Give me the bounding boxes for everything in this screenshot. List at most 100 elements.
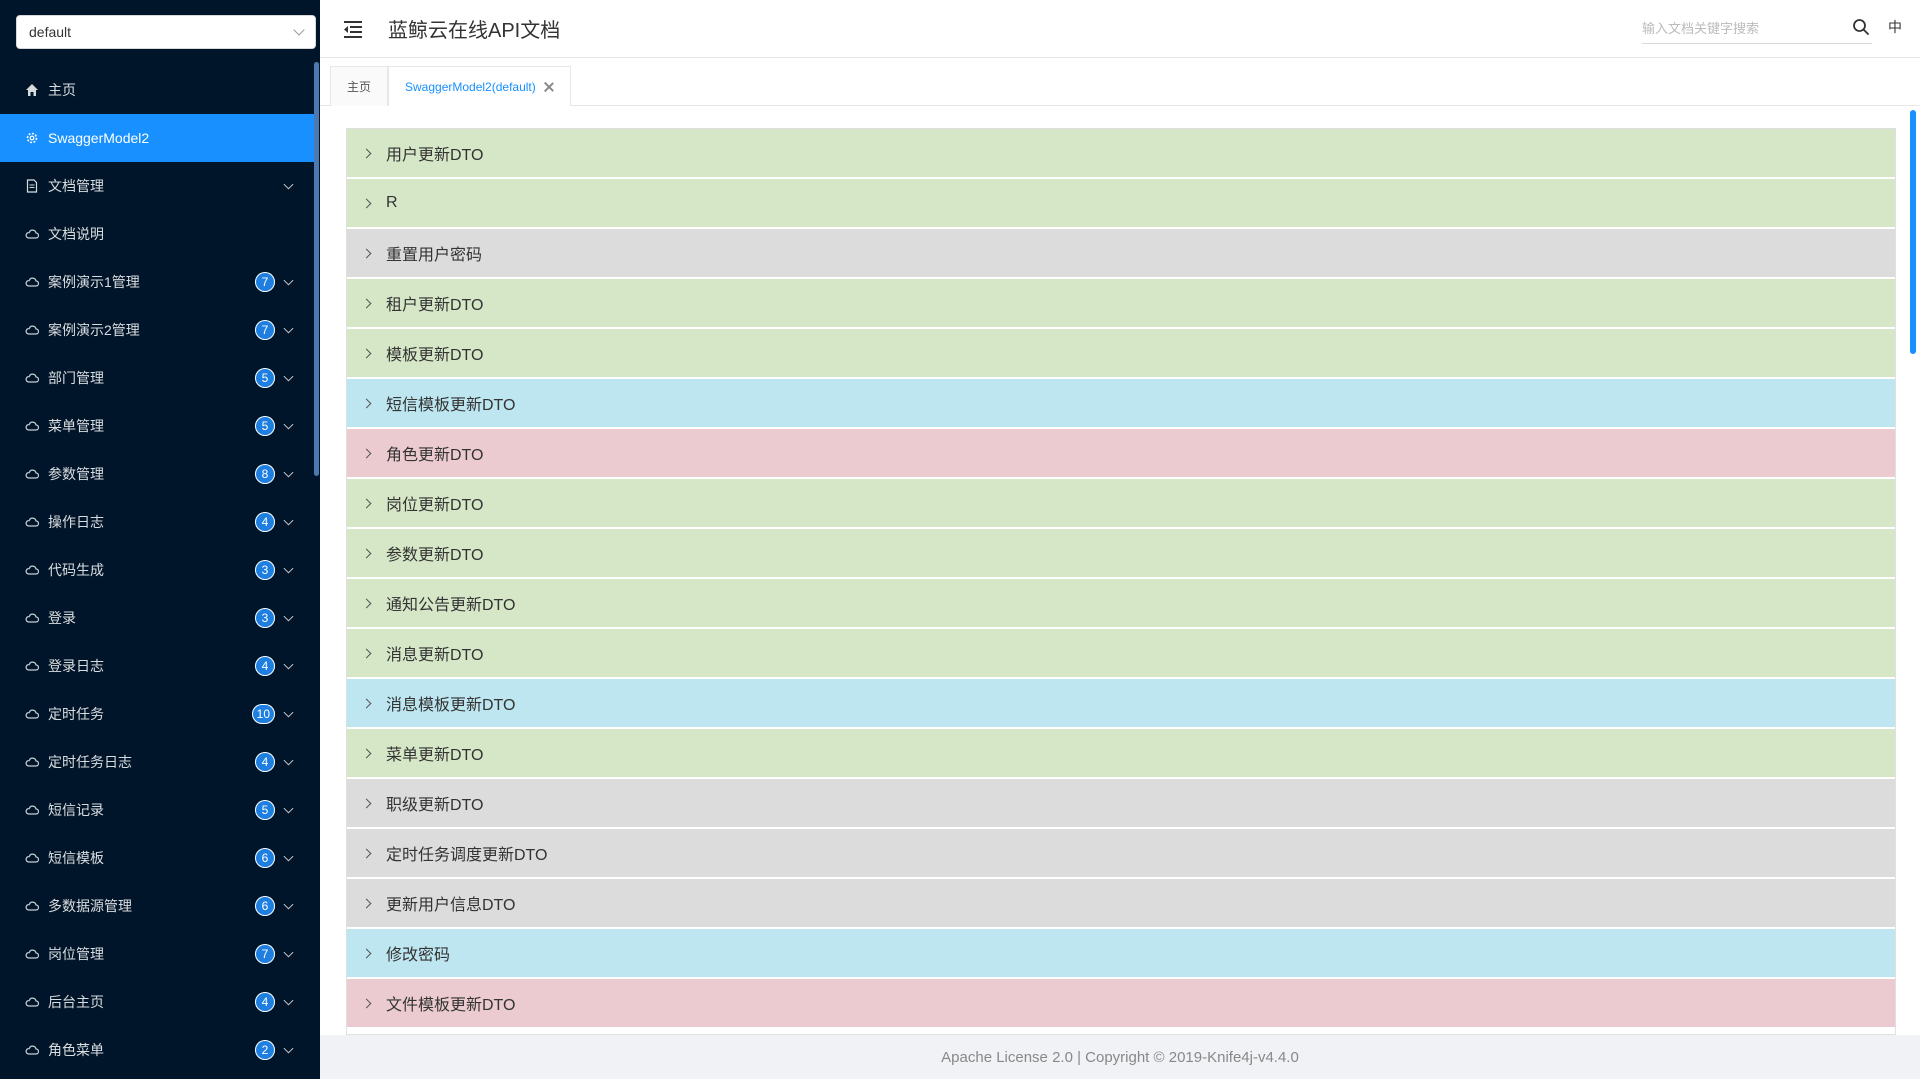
chevron-right-icon (361, 298, 372, 308)
chevron-down-icon[interactable] (283, 275, 294, 285)
content-scrollbar[interactable] (1910, 110, 1916, 354)
cloud-icon (24, 466, 40, 482)
sidebar-item-8[interactable]: 参数管理 8 (0, 450, 314, 498)
model-row[interactable]: 用户更新DTO (347, 129, 1895, 177)
close-icon[interactable] (544, 82, 554, 92)
model-row[interactable]: 岗位更新DTO (347, 479, 1895, 527)
model-row[interactable]: 修改密码 (347, 929, 1895, 977)
sidebar-item-5[interactable]: 案例演示2管理 7 (0, 306, 314, 354)
model-row[interactable]: 参数更新DTO (347, 529, 1895, 577)
chevron-down-icon[interactable] (283, 467, 294, 477)
sidebar-item-7[interactable]: 菜单管理 5 (0, 402, 314, 450)
cloud-icon (24, 274, 40, 290)
cloud-icon (24, 1042, 40, 1058)
language-switch[interactable]: 中 (1888, 17, 1902, 37)
model-row[interactable]: 文件模板更新DTO (347, 979, 1895, 1027)
sidebar-item-14[interactable]: 定时任务日志 4 (0, 738, 314, 786)
sidebar-item-label: 文档管理 (48, 178, 104, 194)
model-name: 短信模板更新DTO (386, 397, 516, 414)
model-row[interactable]: 更新用户信息DTO (347, 879, 1895, 927)
model-row[interactable]: 菜单更新DTO (347, 729, 1895, 777)
chevron-down-icon[interactable] (283, 995, 294, 1005)
model-row[interactable]: 租户更新DTO (347, 279, 1895, 327)
chevron-right-icon (361, 448, 372, 458)
sidebar-item-20[interactable]: 角色菜单 2 (0, 1026, 314, 1074)
chevron-right-icon (361, 548, 372, 558)
model-row[interactable]: 模板更新DTO (347, 329, 1895, 377)
chevron-down-icon[interactable] (283, 419, 294, 429)
model-name: 租户更新DTO (386, 297, 484, 314)
sidebar-menu: 主页 SwaggerModel2 文档管理文档说明 案例演示1管理 7 案例演示2管理 7 部… (0, 66, 314, 1074)
sidebar-scrollbar[interactable] (314, 62, 319, 476)
sidebar-item-3[interactable]: 文档说明 (0, 210, 314, 258)
chevron-down-icon[interactable] (283, 659, 294, 669)
sidebar-item-11[interactable]: 登录 3 (0, 594, 314, 642)
chevron-down-icon[interactable] (283, 611, 294, 621)
model-row[interactable]: 消息模板更新DTO (347, 679, 1895, 727)
chevron-down-icon[interactable] (283, 707, 294, 717)
chevron-down-icon[interactable] (283, 323, 294, 333)
search-input[interactable] (1642, 21, 1842, 36)
sidebar-item-4[interactable]: 案例演示1管理 7 (0, 258, 314, 306)
sidebar-item-label: 案例演示2管理 (48, 322, 140, 338)
sidebar-item-0[interactable]: 主页 (0, 66, 314, 114)
sidebar-item-1[interactable]: SwaggerModel2 (0, 114, 314, 162)
sidebar-item-15[interactable]: 短信记录 5 (0, 786, 314, 834)
sidebar-item-17[interactable]: 多数据源管理 6 (0, 882, 314, 930)
count-badge: 5 (255, 368, 275, 388)
chevron-down-icon[interactable] (283, 563, 294, 573)
footer: Apache License 2.0 | Copyright © 2019-Kn… (320, 1035, 1920, 1079)
menu-fold-icon[interactable] (344, 20, 364, 38)
sidebar-item-12[interactable]: 登录日志 4 (0, 642, 314, 690)
sidebar-item-9[interactable]: 操作日志 4 (0, 498, 314, 546)
cloud-icon (24, 610, 40, 626)
model-name: 参数更新DTO (386, 547, 484, 564)
chevron-down-icon[interactable] (283, 947, 294, 957)
search-box (1642, 14, 1872, 44)
group-select[interactable]: default (16, 15, 316, 49)
sidebar-item-19[interactable]: 后台主页 4 (0, 978, 314, 1026)
model-name: 消息模板更新DTO (386, 697, 516, 714)
model-row[interactable]: 重置用户密码 (347, 229, 1895, 277)
chevron-down-icon[interactable] (283, 515, 294, 525)
cloud-icon (24, 850, 40, 866)
model-row[interactable]: R (347, 179, 1895, 227)
model-row[interactable]: 通知公告更新DTO (347, 579, 1895, 627)
sidebar-item-13[interactable]: 定时任务 10 (0, 690, 314, 738)
chevron-down-icon[interactable] (283, 851, 294, 861)
chevron-down-icon[interactable] (283, 179, 294, 189)
count-badge: 3 (255, 560, 275, 580)
chevron-down-icon[interactable] (283, 755, 294, 765)
tab-bar: 主页 SwaggerModel2(default) (320, 58, 1920, 107)
chevron-down-icon[interactable] (283, 899, 294, 909)
cloud-icon (24, 226, 40, 242)
sidebar-item-16[interactable]: 短信模板 6 (0, 834, 314, 882)
sidebar-item-label: 主页 (48, 82, 76, 98)
model-row[interactable]: 短信模板更新DTO (347, 379, 1895, 427)
sidebar-item-10[interactable]: 代码生成 3 (0, 546, 314, 594)
model-row[interactable]: 职级更新DTO (347, 779, 1895, 827)
sidebar-item-2[interactable]: 文档管理 (0, 162, 314, 210)
gear-icon (24, 130, 40, 146)
cloud-icon (24, 802, 40, 818)
model-row[interactable]: 定时任务调度更新DTO (347, 829, 1895, 877)
count-badge: 2 (255, 1040, 275, 1060)
chevron-down-icon[interactable] (283, 803, 294, 813)
sidebar-item-label: 多数据源管理 (48, 898, 132, 914)
sidebar-item-18[interactable]: 岗位管理 7 (0, 930, 314, 978)
chevron-right-icon (361, 848, 372, 858)
tab-swagger-model[interactable]: SwaggerModel2(default) (388, 66, 571, 107)
cloud-icon (24, 898, 40, 914)
model-row[interactable]: 消息更新DTO (347, 629, 1895, 677)
document-icon (24, 178, 40, 194)
tab-home[interactable]: 主页 (330, 66, 389, 106)
chevron-down-icon[interactable] (283, 1043, 294, 1053)
chevron-down-icon[interactable] (283, 371, 294, 381)
model-row[interactable]: 角色更新DTO (347, 429, 1895, 477)
search-icon[interactable] (1852, 18, 1870, 36)
count-badge: 8 (255, 464, 275, 484)
sidebar-item-6[interactable]: 部门管理 5 (0, 354, 314, 402)
model-name: 菜单更新DTO (386, 747, 484, 764)
chevron-right-icon (361, 148, 372, 158)
chevron-right-icon (361, 498, 372, 508)
